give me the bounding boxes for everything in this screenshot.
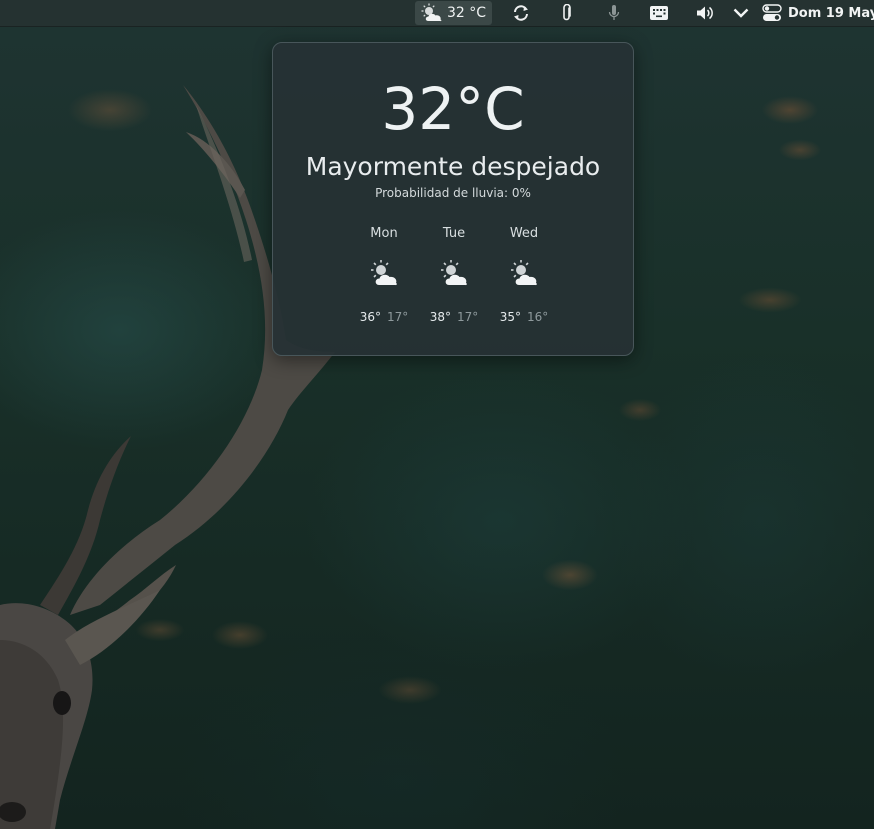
volume-button[interactable] [694,0,716,26]
refresh-button[interactable] [510,0,532,26]
forecast-day-name: Wed [509,226,539,241]
partly-cloudy-icon [511,260,537,286]
forecast-low: 16° [527,310,549,324]
current-temperature: 32°C [381,75,525,143]
volume-icon [697,6,713,20]
forecast-high: 35° [499,310,521,324]
paperclip-icon [563,4,571,21]
rain-probability: Probabilidad de lluvia: 0% [375,186,531,200]
forecast-temps: 38° 17° [419,309,489,325]
partly-cloudy-icon [371,260,397,286]
forecast-day: Tue 38° 17° [419,225,489,325]
keyboard-button[interactable] [648,0,670,26]
forecast-day: Wed 35° 16° [489,225,559,325]
forecast-low: 17° [457,310,479,324]
chevron-down-icon [733,8,749,18]
forecast-low: 17° [387,310,409,324]
toggle-icon [762,4,782,21]
system-menu-button[interactable] [731,0,751,26]
partly-cloudy-icon [421,3,442,22]
top-panel: 32 °C Dom 19 May [0,0,874,27]
forecast-day: Mon 36° 17° [349,225,419,325]
quick-settings-button[interactable] [761,0,783,26]
forecast-high: 38° [429,310,451,324]
weather-indicator-button[interactable]: 32 °C [415,1,492,25]
partly-cloudy-icon [441,260,467,286]
forecast-temps: 35° 16° [489,309,559,325]
refresh-icon [514,5,528,21]
microphone-icon [608,5,620,20]
forecast-day-name: Mon [370,226,398,241]
clock-date[interactable]: Dom 19 May [788,0,874,26]
weather-condition: Mayormente despejado [305,152,601,181]
microphone-button[interactable] [605,0,623,26]
forecast-temps: 36° 17° [349,309,419,325]
clipboard-button[interactable] [558,0,576,26]
panel-temperature: 32 °C [446,5,487,21]
weather-popup: 32°C Mayormente despejado Probabilidad d… [272,42,634,356]
forecast-high: 36° [359,310,381,324]
keyboard-icon [650,6,668,20]
forecast-day-name: Tue [442,226,466,241]
